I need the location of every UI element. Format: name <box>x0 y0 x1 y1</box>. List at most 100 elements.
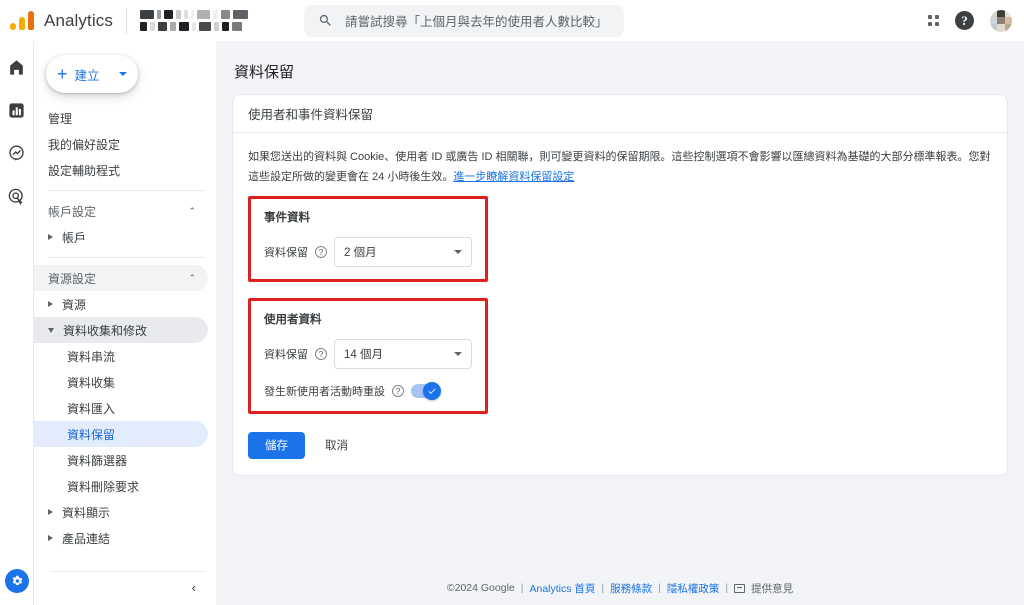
sidebar-item-property[interactable]: 資源 <box>34 291 208 317</box>
reset-on-activity-label: 發生新使用者活動時重設 <box>264 385 385 398</box>
plus-icon: + <box>57 64 68 84</box>
triangle-right-icon <box>48 301 53 307</box>
analytics-admin-page: Analytics 請嘗試搜尋「上個月與去年的使用者人數比較」 ? + 建立 管… <box>0 0 1024 605</box>
reports-bar-chart-icon[interactable] <box>6 100 27 121</box>
sidebar-item-preferences[interactable]: 我的偏好設定 <box>34 131 216 157</box>
home-icon[interactable] <box>6 57 27 78</box>
sidebar-item-account[interactable]: 帳戶 <box>34 224 208 250</box>
top-bar: Analytics 請嘗試搜尋「上個月與去年的使用者人數比較」 ? <box>0 0 1024 41</box>
header-divider <box>125 7 127 34</box>
app-brand-title: Analytics <box>44 10 113 30</box>
footer-link-analytics-home[interactable]: Analytics 首頁 <box>529 581 595 596</box>
sidebar-item-admin[interactable]: 管理 <box>34 105 216 131</box>
sidebar-group-property-label: 資源設定 <box>48 271 97 286</box>
sidebar-divider-1 <box>48 190 206 191</box>
sidebar-group-account-label: 帳戶設定 <box>48 204 97 219</box>
help-circle-icon[interactable]: ? <box>392 384 404 397</box>
sidebar-divider-2 <box>48 257 206 258</box>
help-circle-icon[interactable]: ? <box>315 347 327 360</box>
chevron-up-icon: ⌃ <box>188 272 196 283</box>
advertising-target-icon[interactable] <box>6 186 27 207</box>
page-title: 資料保留 <box>234 64 295 81</box>
user-data-title: 使用者資料 <box>264 313 322 326</box>
user-retention-label: 資料保留 <box>264 348 308 361</box>
chevron-down-icon <box>119 72 127 76</box>
sidebar-item-data-deletion-requests[interactable]: 資料刪除要求 <box>34 473 208 499</box>
sidebar-item-data-display-label: 資料顯示 <box>62 505 111 520</box>
reset-on-activity-toggle[interactable] <box>411 381 441 400</box>
footer-link-terms[interactable]: 服務條款 <box>610 581 652 596</box>
form-actions: 儲存 取消 <box>248 431 992 459</box>
user-retention-select[interactable]: 14 個月 <box>334 338 472 369</box>
event-retention-field: 資料保留 ? 2 個月 <box>264 236 472 267</box>
triangle-right-icon <box>48 535 53 541</box>
retention-description-text: 如果您送出的資料與 Cookie、使用者 ID 或廣告 ID 相關聯，則可變更資… <box>248 151 991 184</box>
sidebar-item-data-import[interactable]: 資料匯入 <box>34 395 208 421</box>
footer-separator-4: | <box>725 582 729 594</box>
card-title: 使用者和事件資料保留 <box>248 108 374 122</box>
sidebar-item-product-links-label: 產品連結 <box>62 531 111 546</box>
triangle-right-icon <box>48 509 53 515</box>
sidebar-bottom: ‹ <box>34 571 216 605</box>
event-retention-select[interactable]: 2 個月 <box>334 236 472 267</box>
event-retention-label: 資料保留 <box>264 246 308 259</box>
sidebar-item-data-collection[interactable]: 資料收集和修改 <box>34 317 208 343</box>
sidebar-group-property-settings[interactable]: 資源設定 ⌃ <box>34 265 208 291</box>
sidebar-item-account-label: 帳戶 <box>62 230 87 245</box>
sidebar-item-data-collection-sub[interactable]: 資料收集 <box>34 369 208 395</box>
main-content: 資料保留 使用者和事件資料保留 如果您送出的資料與 Cookie、使用者 ID … <box>216 41 1024 605</box>
footer-separator-1: | <box>520 582 524 594</box>
user-data-section: 使用者資料 資料保留 ? 14 個月 發生新使用者活動時重設 ? <box>248 297 488 414</box>
user-retention-field: 資料保留 ? 14 個月 <box>264 338 472 369</box>
card-header: 使用者和事件資料保留 <box>233 95 1007 133</box>
icon-rail <box>0 41 33 605</box>
cancel-button[interactable]: 取消 <box>315 432 358 459</box>
chevron-left-icon[interactable]: ‹ <box>34 580 216 595</box>
top-bar-actions: ? <box>928 9 1012 32</box>
search-input[interactable]: 請嘗試搜尋「上個月與去年的使用者人數比較」 <box>303 4 624 37</box>
search-icon <box>319 14 331 26</box>
event-data-section: 事件資料 資料保留 ? 2 個月 <box>248 195 488 282</box>
sidebar-group-account-settings[interactable]: 帳戶設定 ⌃ <box>34 198 208 224</box>
sidebar: + 建立 管理 我的偏好設定 設定輔助程式 帳戶設定 ⌃ 帳戶 資源設定 ⌃ 資… <box>33 41 216 605</box>
user-retention-value: 14 個月 <box>344 348 383 361</box>
sidebar-item-data-display[interactable]: 資料顯示 <box>34 499 208 525</box>
triangle-right-icon <box>48 234 53 240</box>
apps-grid-icon[interactable] <box>928 15 939 26</box>
search-placeholder-text: 請嘗試搜尋「上個月與去年的使用者人數比較」 <box>344 15 608 29</box>
sidebar-item-data-retention[interactable]: 資料保留 <box>34 421 208 447</box>
toggle-knob <box>423 381 441 400</box>
user-avatar[interactable] <box>990 9 1012 32</box>
help-question-icon[interactable]: ? <box>955 11 974 30</box>
retention-description: 如果您送出的資料與 Cookie、使用者 ID 或廣告 ID 相關聯，則可變更資… <box>248 147 992 188</box>
sidebar-item-data-streams[interactable]: 資料串流 <box>34 343 208 369</box>
explore-compass-icon[interactable] <box>6 143 27 164</box>
sidebar-item-data-collection-label: 資料收集和修改 <box>63 323 148 338</box>
chevron-down-icon <box>454 249 462 254</box>
sidebar-divider-3 <box>52 571 204 572</box>
learn-more-link[interactable]: 進一步瞭解資料保留設定 <box>453 171 574 183</box>
page-body: + 建立 管理 我的偏好設定 設定輔助程式 帳戶設定 ⌃ 帳戶 資源設定 ⌃ 資… <box>0 41 1024 605</box>
create-button[interactable]: + 建立 <box>46 55 138 93</box>
data-retention-card: 使用者和事件資料保留 如果您送出的資料與 Cookie、使用者 ID 或廣告 I… <box>232 94 1008 476</box>
feedback-icon[interactable] <box>734 583 746 593</box>
sidebar-item-data-filters[interactable]: 資料篩選器 <box>34 447 208 473</box>
save-button[interactable]: 儲存 <box>248 431 305 459</box>
footer-separator-3: | <box>658 582 661 594</box>
analytics-logo-icon <box>10 10 36 32</box>
chevron-down-icon <box>454 351 462 356</box>
sidebar-item-setup-assistant[interactable]: 設定輔助程式 <box>34 157 216 183</box>
sidebar-item-property-label: 資源 <box>62 297 87 312</box>
footer-separator-2: | <box>601 582 605 594</box>
help-circle-icon[interactable]: ? <box>315 245 327 258</box>
sidebar-nav: 管理 我的偏好設定 設定輔助程式 帳戶設定 ⌃ 帳戶 資源設定 ⌃ 資源 資料收… <box>34 105 216 551</box>
chevron-up-icon: ⌃ <box>188 205 196 216</box>
event-retention-value: 2 個月 <box>344 246 377 259</box>
footer-copyright: ©2024 Google <box>446 582 515 594</box>
sidebar-item-product-links[interactable]: 產品連結 <box>34 525 208 551</box>
property-name-redacted[interactable] <box>139 10 290 31</box>
footer-feedback-label[interactable]: 提供意見 <box>751 581 793 596</box>
event-data-title: 事件資料 <box>264 211 310 224</box>
footer-link-privacy[interactable]: 隱私權政策 <box>667 581 720 596</box>
admin-gear-icon[interactable] <box>4 569 29 593</box>
